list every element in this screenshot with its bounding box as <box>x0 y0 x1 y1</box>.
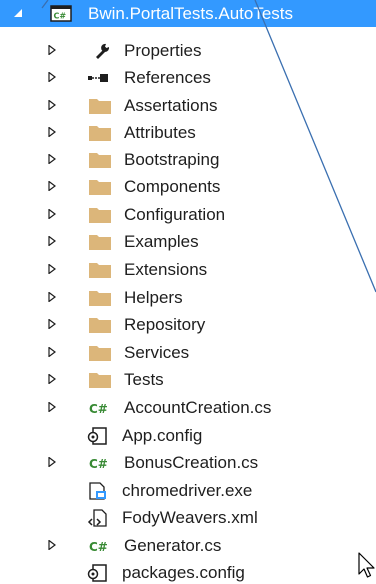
tree-item-folder[interactable]: Bootstraping <box>0 146 376 173</box>
folder-icon <box>88 123 111 143</box>
tree-item-label: Properties <box>124 41 202 60</box>
tree-item-cs-file[interactable]: C# AccountCreation.cs <box>0 394 376 421</box>
tree-item-label: Configuration <box>124 205 226 224</box>
collapsed-arrow-icon[interactable] <box>44 64 60 91</box>
collapsed-arrow-icon[interactable] <box>44 173 60 200</box>
svg-text:C#: C# <box>89 457 108 471</box>
tree-item-folder[interactable]: Components <box>0 173 376 200</box>
collapsed-arrow-icon[interactable] <box>44 339 60 366</box>
tree-item-label: Examples <box>124 232 199 251</box>
folder-icon <box>88 315 111 335</box>
references-icon <box>86 68 108 88</box>
exe-file-icon <box>86 481 108 501</box>
config-file-icon <box>86 426 108 446</box>
csharp-file-icon: C# <box>88 536 110 556</box>
config-file-icon <box>86 563 108 583</box>
tree-item-properties[interactable]: Properties <box>0 37 376 64</box>
folder-icon <box>88 177 111 197</box>
solution-explorer-tree: C# Bwin.PortalTests.AutoTests Properties <box>0 0 376 584</box>
tree-item-label: Services <box>124 343 190 362</box>
csharp-project-icon: C# <box>50 4 72 24</box>
svg-text:C#: C# <box>89 540 108 554</box>
tree-item-label: Bootstraping <box>124 150 220 169</box>
tree-item-config-file[interactable]: packages.config <box>0 559 376 584</box>
collapsed-arrow-icon[interactable] <box>44 366 60 393</box>
tree-item-folder[interactable]: Attributes <box>0 119 376 146</box>
folder-icon <box>88 343 111 363</box>
svg-text:C#: C# <box>54 12 67 21</box>
tree-item-label: Components <box>124 177 221 196</box>
collapsed-arrow-icon[interactable] <box>44 92 60 119</box>
expanded-arrow-icon[interactable] <box>10 0 26 27</box>
tree-item-label: packages.config <box>122 563 245 582</box>
tree-item-label: Extensions <box>124 260 208 279</box>
wrench-icon <box>92 41 114 61</box>
tree-item-label: Generator.cs <box>124 536 222 555</box>
collapsed-arrow-icon[interactable] <box>44 37 60 64</box>
xml-file-icon <box>86 508 108 528</box>
folder-icon <box>88 288 111 308</box>
tree-item-label: Attributes <box>124 123 196 142</box>
svg-text:C#: C# <box>89 402 108 416</box>
csharp-file-icon: C# <box>88 453 110 473</box>
folder-icon <box>88 150 111 170</box>
mouse-cursor-icon <box>358 552 375 578</box>
tree-item-label: chromedriver.exe <box>122 481 253 500</box>
collapsed-arrow-icon[interactable] <box>44 284 60 311</box>
collapsed-arrow-icon[interactable] <box>44 449 60 476</box>
tree-item-cs-file[interactable]: C# BonusCreation.cs <box>0 449 376 476</box>
tree-item-label: BonusCreation.cs <box>124 453 259 472</box>
tree-item-folder[interactable]: Helpers <box>0 284 376 311</box>
tree-item-exe-file[interactable]: chromedriver.exe <box>0 477 376 504</box>
collapsed-arrow-icon[interactable] <box>44 256 60 283</box>
project-label: Bwin.PortalTests.AutoTests <box>88 4 294 23</box>
folder-icon <box>88 232 111 252</box>
collapsed-arrow-icon[interactable] <box>44 532 60 559</box>
tree-item-config-file[interactable]: App.config <box>0 422 376 449</box>
tree-item-folder[interactable]: Tests <box>0 366 376 393</box>
collapsed-arrow-icon[interactable] <box>44 119 60 146</box>
tree-item-label: Tests <box>124 370 164 389</box>
tree-item-label: App.config <box>122 426 203 445</box>
tree-item-folder[interactable]: Assertations <box>0 92 376 119</box>
collapsed-arrow-icon[interactable] <box>44 228 60 255</box>
tree-item-references[interactable]: References <box>0 64 376 91</box>
tree-item-folder[interactable]: Examples <box>0 228 376 255</box>
collapsed-arrow-icon[interactable] <box>44 201 60 228</box>
tree-item-label: Assertations <box>124 96 218 115</box>
tree-item-label: References <box>124 68 211 87</box>
collapsed-arrow-icon[interactable] <box>44 311 60 338</box>
tree-item-label: Repository <box>124 315 206 334</box>
tree-item-folder[interactable]: Services <box>0 339 376 366</box>
tree-item-xml-file[interactable]: FodyWeavers.xml <box>0 504 376 531</box>
folder-icon <box>88 205 111 225</box>
tree-item-project[interactable]: C# Bwin.PortalTests.AutoTests <box>0 0 376 27</box>
tree-item-label: AccountCreation.cs <box>124 398 272 417</box>
tree-item-label: Helpers <box>124 288 183 307</box>
folder-icon <box>88 370 111 390</box>
folder-icon <box>88 96 111 116</box>
tree-item-folder[interactable]: Extensions <box>0 256 376 283</box>
csharp-file-icon: C# <box>88 398 110 418</box>
tree-item-folder[interactable]: Repository <box>0 311 376 338</box>
folder-icon <box>88 260 111 280</box>
tree-item-cs-file[interactable]: C# Generator.cs <box>0 532 376 559</box>
tree-item-label: FodyWeavers.xml <box>122 508 258 527</box>
collapsed-arrow-icon[interactable] <box>44 146 60 173</box>
tree-item-folder[interactable]: Configuration <box>0 201 376 228</box>
collapsed-arrow-icon[interactable] <box>44 394 60 421</box>
